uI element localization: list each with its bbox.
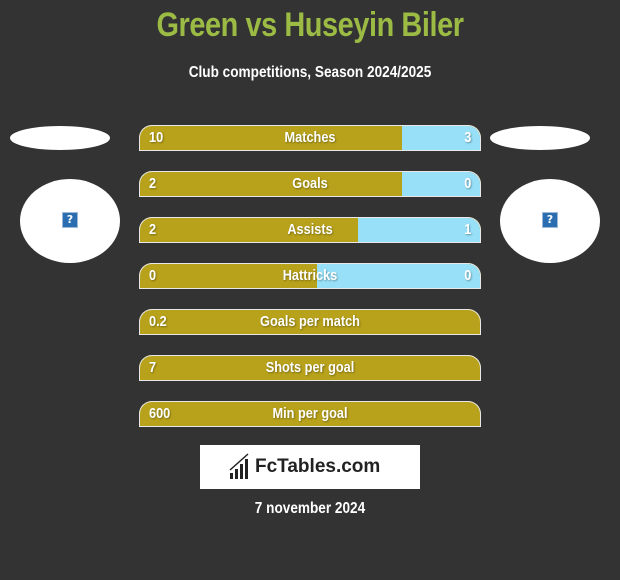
stat-row-min-per-goal: 600 Min per goal xyxy=(139,401,481,427)
fctables-logo[interactable]: FcTables.com xyxy=(200,445,420,489)
question-image-icon: ? xyxy=(542,212,558,228)
date-label: 7 november 2024 xyxy=(254,500,366,517)
stat-row-goals-per-match: 0.2 Goals per match xyxy=(139,309,481,335)
stat-row-shots-per-goal: 7 Shots per goal xyxy=(139,355,481,381)
left-value: 2 xyxy=(149,221,157,238)
right-value: 3 xyxy=(463,129,471,146)
right-value: 0 xyxy=(463,175,471,192)
page-title: Green vs Huseyin Biler xyxy=(156,6,464,44)
bar-chart-icon xyxy=(229,453,249,479)
left-player-avatar[interactable]: ? xyxy=(20,179,120,263)
right-player-avatar[interactable]: ? xyxy=(500,179,600,263)
stat-row-matches: 10 Matches 3 xyxy=(139,125,481,151)
right-value: 1 xyxy=(463,221,471,238)
left-value: 0 xyxy=(149,267,157,284)
question-image-icon: ? xyxy=(62,212,78,228)
left-value: 2 xyxy=(149,175,157,192)
page-subtitle: Club competitions, Season 2024/2025 xyxy=(188,64,432,81)
left-value: 10 xyxy=(149,129,164,146)
stat-label: Assists xyxy=(287,221,333,238)
stat-row-assists: 2 Assists 1 xyxy=(139,217,481,243)
stat-label: Shots per goal xyxy=(265,359,355,376)
logo-text: FcTables.com xyxy=(255,456,381,477)
right-value: 0 xyxy=(463,267,471,284)
right-player-name-pill xyxy=(490,126,590,150)
stat-label: Min per goal xyxy=(272,405,348,422)
stat-label: Hattricks xyxy=(282,267,338,284)
left-value: 7 xyxy=(149,359,157,376)
stat-label: Goals xyxy=(292,175,328,192)
stat-row-goals: 2 Goals 0 xyxy=(139,171,481,197)
stat-label: Matches xyxy=(284,129,336,146)
stat-label: Goals per match xyxy=(260,313,360,330)
left-player-name-pill xyxy=(10,126,110,150)
stat-row-hattricks: 0 Hattricks 0 xyxy=(139,263,481,289)
